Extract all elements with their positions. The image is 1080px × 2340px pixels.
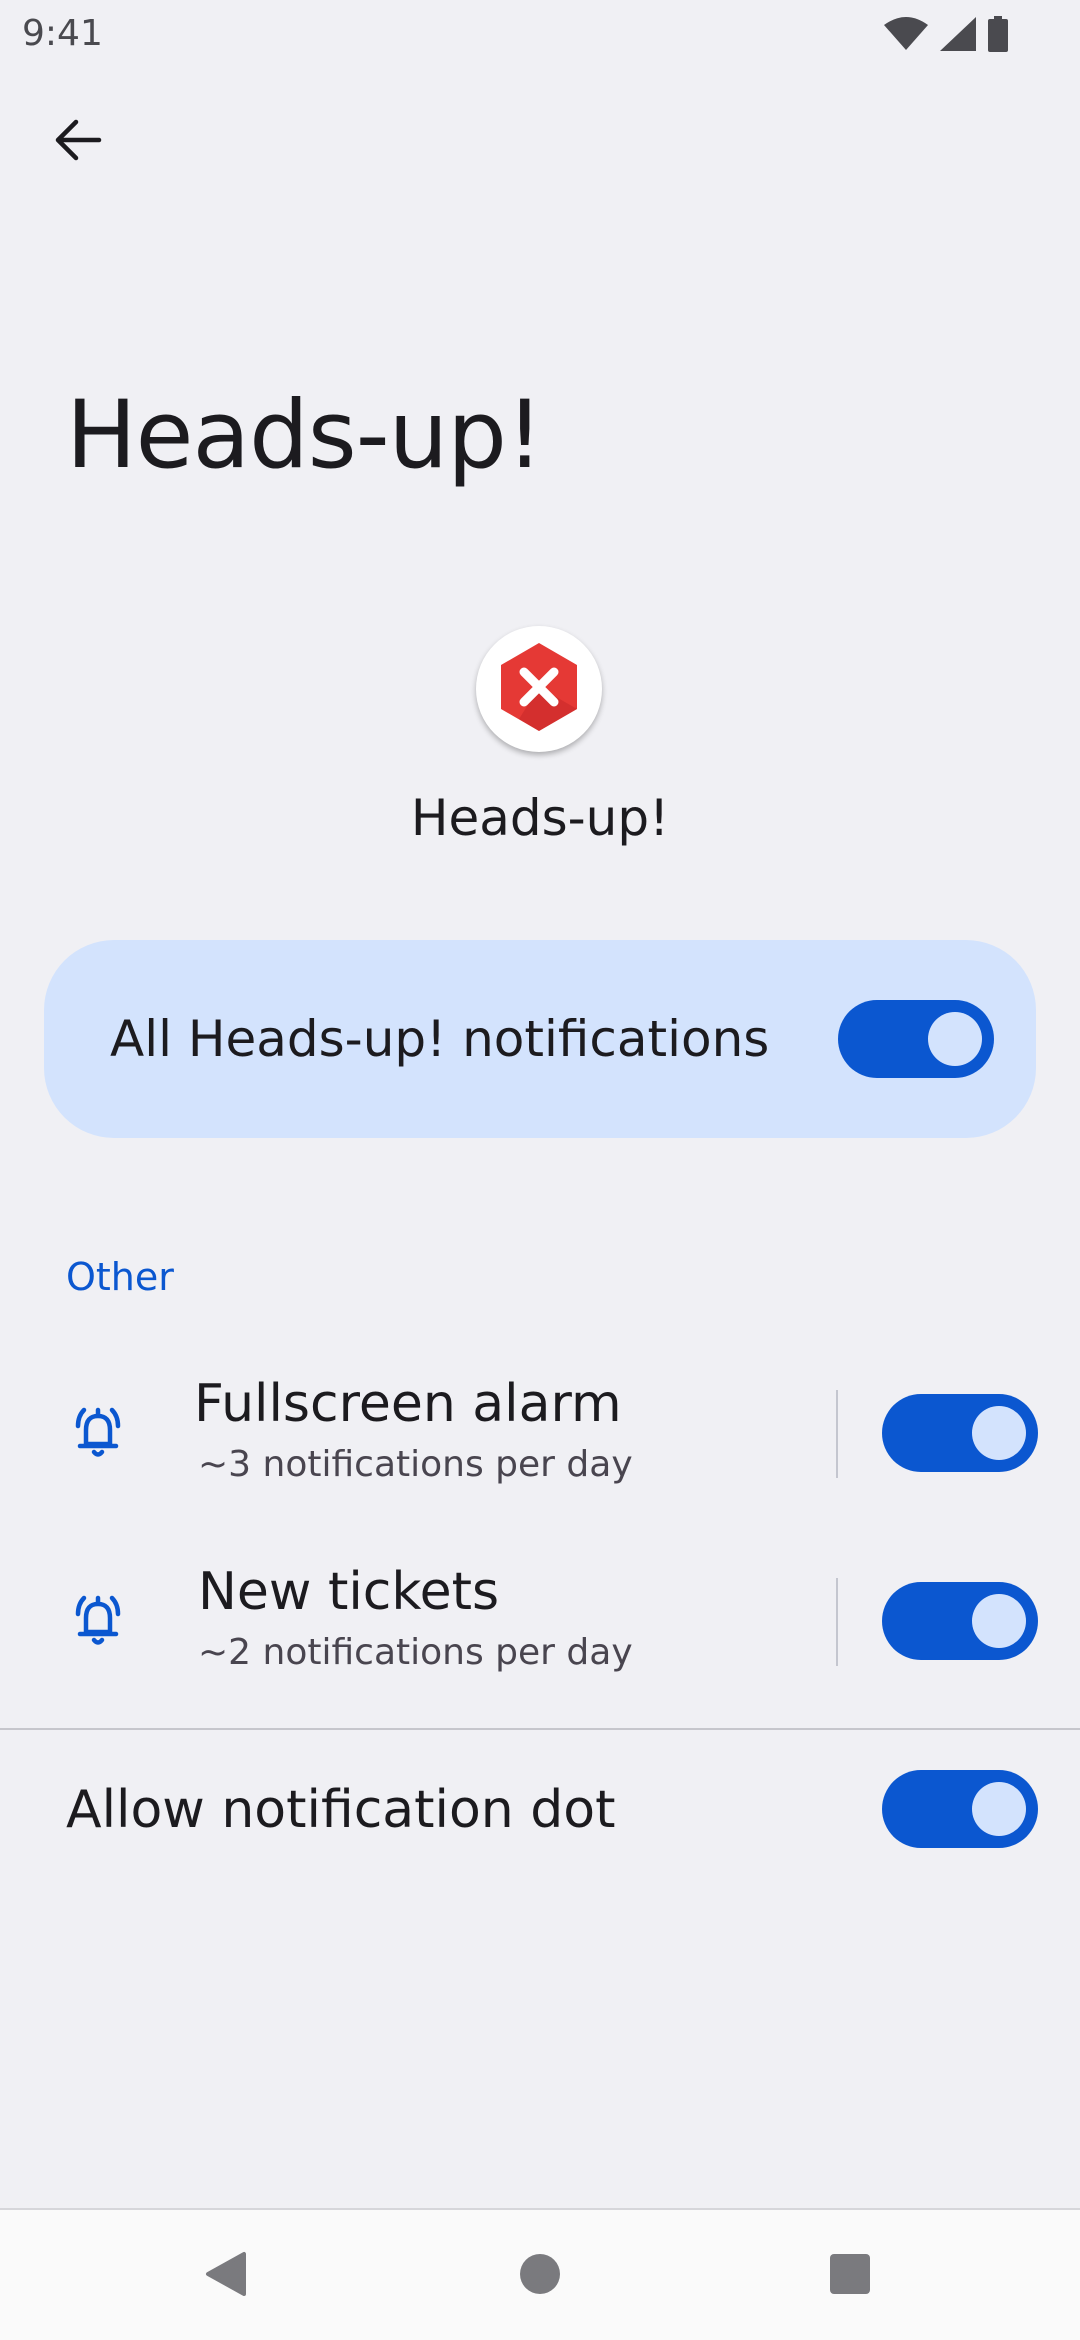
vertical-divider	[836, 1578, 838, 1666]
nav-home-button[interactable]	[490, 2234, 590, 2318]
notification-dot-label: Allow notification dot	[66, 1780, 616, 1840]
fullscreen-alarm-switch[interactable]	[882, 1394, 1038, 1472]
channel-title: Fullscreen alarm	[194, 1374, 622, 1434]
all-notifications-switch[interactable]	[838, 1000, 994, 1078]
arrow-back-icon	[54, 119, 102, 165]
nav-recents-button[interactable]	[800, 2234, 900, 2318]
back-button[interactable]	[34, 106, 122, 178]
app-error-hexagon-icon	[493, 641, 585, 737]
vertical-divider	[836, 1390, 838, 1478]
channel-subtitle: ~2 notifications per day	[198, 1632, 633, 1673]
channel-row-fullscreen-alarm[interactable]: Fullscreen alarm ~3 notifications per da…	[0, 1350, 1080, 1510]
nav-back-icon	[204, 2250, 248, 2302]
switch-thumb	[972, 1406, 1026, 1460]
status-time: 9:41	[22, 13, 103, 54]
app-name: Heads-up!	[410, 789, 670, 847]
bell-ringing-icon	[66, 1400, 130, 1464]
nav-back-button[interactable]	[176, 2234, 276, 2318]
system-nav-bar	[0, 2208, 1080, 2340]
section-header-other: Other	[66, 1255, 174, 1299]
switch-thumb	[972, 1594, 1026, 1648]
page-title: Heads-up!	[66, 381, 544, 490]
all-notifications-card[interactable]: All Heads-up! notifications	[44, 940, 1036, 1138]
status-icons	[884, 14, 1008, 54]
nav-recents-icon	[829, 2253, 871, 2299]
cellular-signal-icon	[940, 17, 976, 51]
switch-thumb	[972, 1782, 1026, 1836]
app-icon	[476, 626, 602, 752]
status-bar: 9:41	[0, 0, 1080, 66]
wifi-icon	[884, 17, 928, 51]
channel-row-new-tickets[interactable]: New tickets ~2 notifications per day	[0, 1538, 1080, 1698]
all-notifications-label: All Heads-up! notifications	[110, 1010, 770, 1068]
channel-title: New tickets	[198, 1562, 500, 1622]
bell-ringing-icon	[66, 1588, 130, 1652]
notification-dot-switch[interactable]	[882, 1770, 1038, 1848]
notification-settings-screen: 9:41 Heads-up! Heads-up! All Heads-up! n…	[0, 0, 1080, 2340]
channel-subtitle: ~3 notifications per day	[198, 1444, 633, 1485]
new-tickets-switch[interactable]	[882, 1582, 1038, 1660]
nav-home-icon	[519, 2253, 561, 2299]
notification-dot-row[interactable]: Allow notification dot	[0, 1730, 1080, 1890]
battery-icon	[988, 16, 1008, 52]
switch-thumb	[928, 1012, 982, 1066]
